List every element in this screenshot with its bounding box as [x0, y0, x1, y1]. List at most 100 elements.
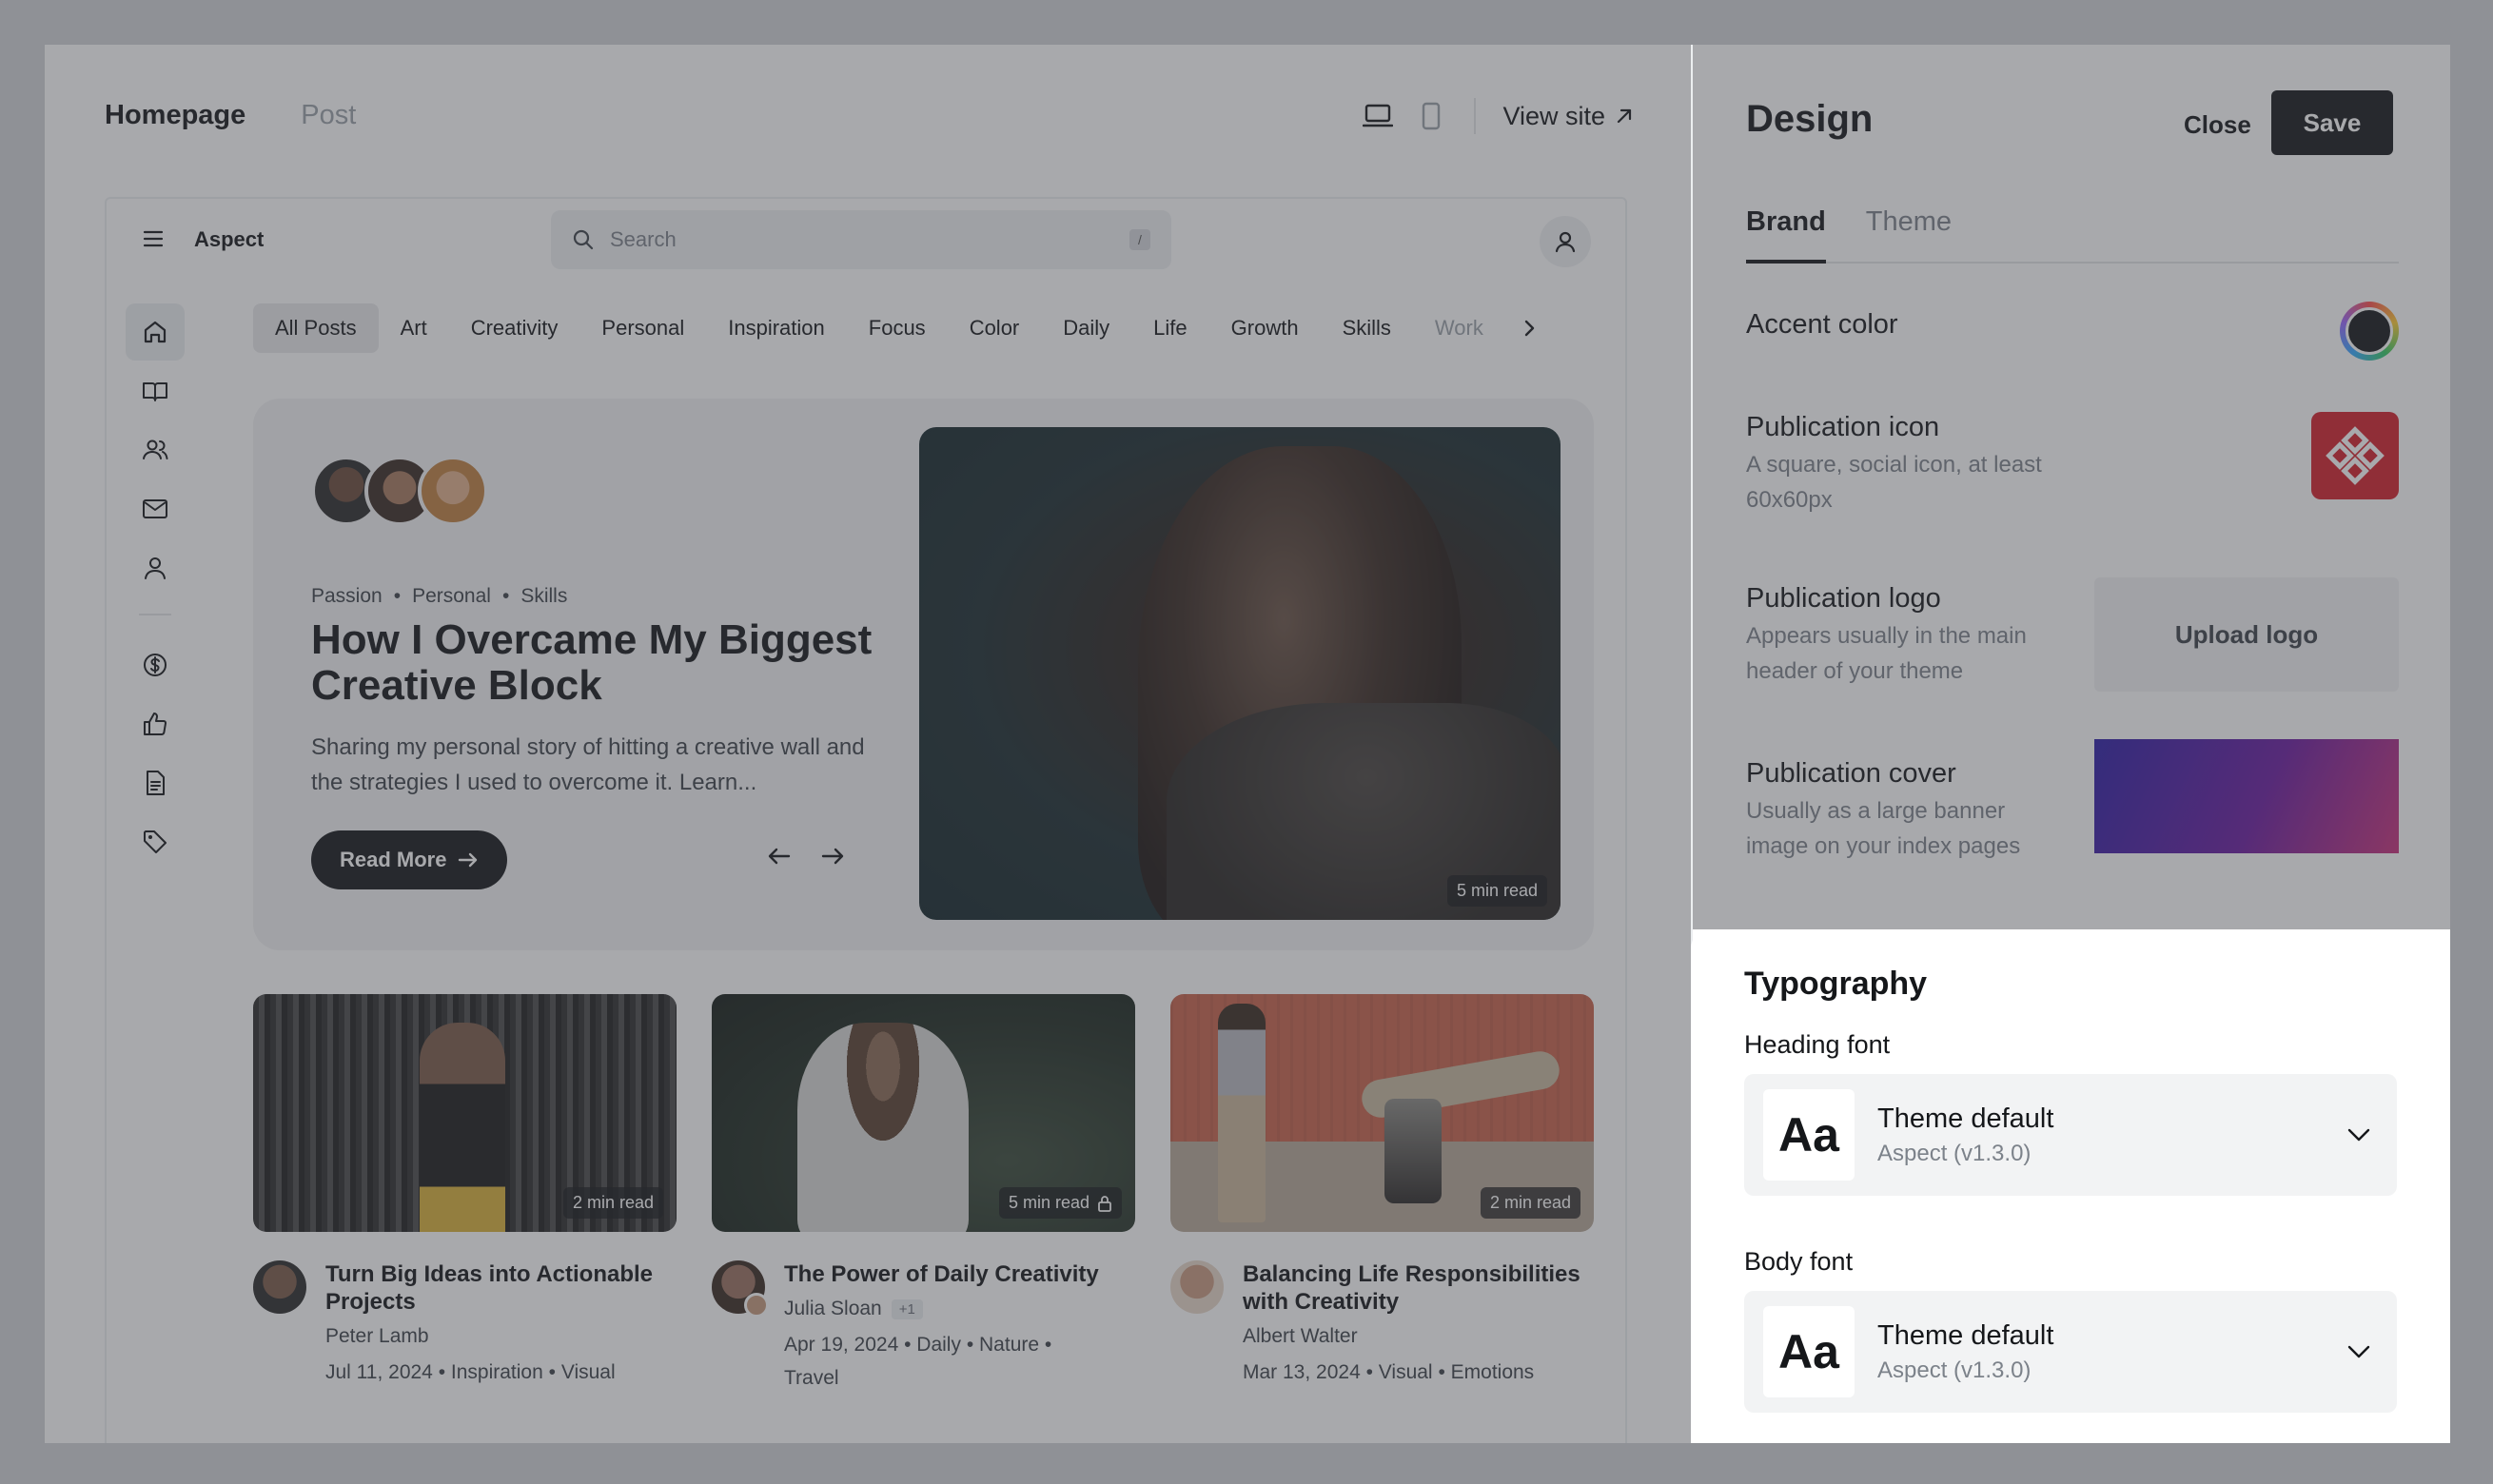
more-authors-badge: +1 [891, 1298, 923, 1319]
nav-newsletter[interactable] [126, 480, 185, 537]
mobile-icon[interactable] [1415, 100, 1447, 132]
body-font-label: Body font [1744, 1247, 1854, 1276]
tag[interactable]: Skills [520, 585, 567, 608]
category-art[interactable]: Art [379, 303, 449, 353]
mail-icon [143, 499, 167, 518]
post-meta: Balancing Life Responsibilities with Cre… [1170, 1260, 1594, 1389]
tag[interactable]: Daily [916, 1334, 961, 1356]
reading-time-badge: 2 min read [1480, 1187, 1580, 1219]
category-personal[interactable]: Personal [579, 303, 706, 353]
tag[interactable]: Travel [784, 1367, 839, 1389]
category-focus[interactable]: Focus [847, 303, 948, 353]
arrow-left-icon[interactable] [767, 846, 792, 867]
view-site-label: View site [1502, 101, 1605, 130]
nav-membership[interactable] [126, 636, 185, 693]
nav-recommendations[interactable] [126, 695, 185, 752]
post-author: Albert Walter [1243, 1325, 1594, 1348]
font-sample: Aa [1763, 1306, 1855, 1397]
featured-title[interactable]: How I Overcame My Biggest Creative Block [311, 617, 882, 709]
menu-icon[interactable] [143, 229, 164, 248]
post-title[interactable]: Balancing Life Responsibilities with Cre… [1243, 1260, 1594, 1316]
featured-image[interactable]: 5 min read [919, 427, 1561, 920]
post-date: Jul 11, 2024 [325, 1361, 433, 1383]
post-card[interactable]: 2 min read Turn Big Ideas into Actionabl… [253, 994, 677, 1395]
category-skills[interactable]: Skills [1321, 303, 1413, 353]
site-search[interactable]: Search / [551, 210, 1171, 269]
tag[interactable]: Nature [979, 1334, 1039, 1356]
tab-post[interactable]: Post [301, 100, 356, 131]
reading-time-badge: 5 min read [998, 1187, 1122, 1219]
nav-reading[interactable] [126, 362, 185, 420]
avatar[interactable] [253, 1260, 306, 1314]
category-daily[interactable]: Daily [1041, 303, 1131, 353]
chevron-right-icon[interactable] [1519, 318, 1540, 339]
arrow-right-icon[interactable] [820, 846, 845, 867]
nav-account[interactable] [126, 539, 185, 596]
category-growth[interactable]: Growth [1209, 303, 1321, 353]
tag[interactable]: Personal [412, 585, 491, 608]
arrow-right-icon [459, 852, 478, 868]
post-title[interactable]: The Power of Daily Creativity [784, 1260, 1099, 1288]
book-open-icon [143, 382, 167, 401]
body-font-select[interactable]: Aa Theme default Aspect (v1.3.0) [1744, 1291, 2397, 1413]
post-info: Apr 19, 2024 • Daily • Nature • Travel [784, 1334, 1052, 1389]
external-link-icon [1617, 108, 1632, 124]
tab-homepage[interactable]: Homepage [105, 100, 245, 131]
tag[interactable]: Passion [311, 585, 383, 608]
user-icon [1555, 231, 1576, 253]
photo-subject [1384, 1099, 1442, 1203]
post-info: Jul 11, 2024 • Inspiration • Visual [325, 1361, 616, 1383]
account-button[interactable] [1540, 216, 1591, 267]
featured-post[interactable]: Passion • Personal • Skills How I Overca… [253, 399, 1594, 950]
read-more-button[interactable]: Read More [311, 830, 508, 889]
toolbar-divider [1474, 98, 1477, 134]
category-all-posts[interactable]: All Posts [253, 303, 379, 353]
lock-icon [1098, 1195, 1111, 1212]
post-grid: 2 min read Turn Big Ideas into Actionabl… [253, 994, 1594, 1395]
category-color[interactable]: Color [948, 303, 1042, 353]
avatar[interactable] [712, 1260, 769, 1318]
post-image[interactable]: 2 min read [253, 994, 677, 1232]
author-name[interactable]: Peter Lamb [325, 1325, 429, 1348]
nav-tags[interactable] [126, 813, 185, 870]
post-info: Mar 13, 2024 • Visual • Emotions [1243, 1361, 1535, 1383]
thumbs-up-icon [144, 713, 167, 735]
nav-pages[interactable] [126, 754, 185, 811]
co-author-avatar [744, 1293, 769, 1318]
search-shortcut: / [1129, 229, 1150, 250]
site-preview: Homepage Post View site Aspect Search / … [45, 45, 1691, 1443]
tag[interactable]: Visual [561, 1361, 616, 1383]
dollar-icon [144, 654, 167, 676]
category-life[interactable]: Life [1131, 303, 1208, 353]
category-inspiration[interactable]: Inspiration [706, 303, 847, 353]
category-creativity[interactable]: Creativity [449, 303, 580, 353]
post-title[interactable]: Turn Big Ideas into Actionable Projects [325, 1260, 677, 1316]
tag[interactable]: Inspiration [451, 1361, 543, 1383]
reading-time-label: 5 min read [1008, 1193, 1089, 1212]
nav-divider [139, 614, 171, 615]
tag[interactable]: Visual [1379, 1361, 1433, 1383]
font-info: Theme default Aspect (v1.3.0) [1877, 1320, 2340, 1384]
read-more-label: Read More [340, 848, 447, 871]
heading-font-select[interactable]: Aa Theme default Aspect (v1.3.0) [1744, 1074, 2397, 1196]
users-icon [143, 439, 168, 459]
desktop-icon[interactable] [1362, 100, 1394, 132]
tag[interactable]: Emotions [1451, 1361, 1535, 1383]
view-site-link[interactable]: View site [1502, 102, 1634, 131]
site-brand[interactable]: Aspect [194, 227, 264, 252]
author-name[interactable]: Albert Walter [1243, 1325, 1358, 1348]
post-card[interactable]: 5 min read The Power of Daily Creativity… [712, 994, 1135, 1395]
post-image[interactable]: 2 min read [1170, 994, 1594, 1232]
nav-home[interactable] [126, 303, 185, 361]
category-work[interactable]: Work [1413, 303, 1505, 353]
author-name[interactable]: Julia Sloan [784, 1298, 882, 1320]
site-header: Aspect Search / [107, 199, 1625, 284]
post-tags: Passion • Personal • Skills [311, 585, 567, 608]
category-bar: All Posts Art Creativity Personal Inspir… [253, 303, 1540, 353]
post-card[interactable]: 2 min read Balancing Life Responsibiliti… [1170, 994, 1594, 1395]
post-image[interactable]: 5 min read [712, 994, 1135, 1232]
font-source: Aspect (v1.3.0) [1877, 1357, 2032, 1383]
avatar[interactable] [1170, 1260, 1224, 1314]
post-meta: Turn Big Ideas into Actionable Projects … [253, 1260, 677, 1389]
nav-authors[interactable] [126, 421, 185, 478]
